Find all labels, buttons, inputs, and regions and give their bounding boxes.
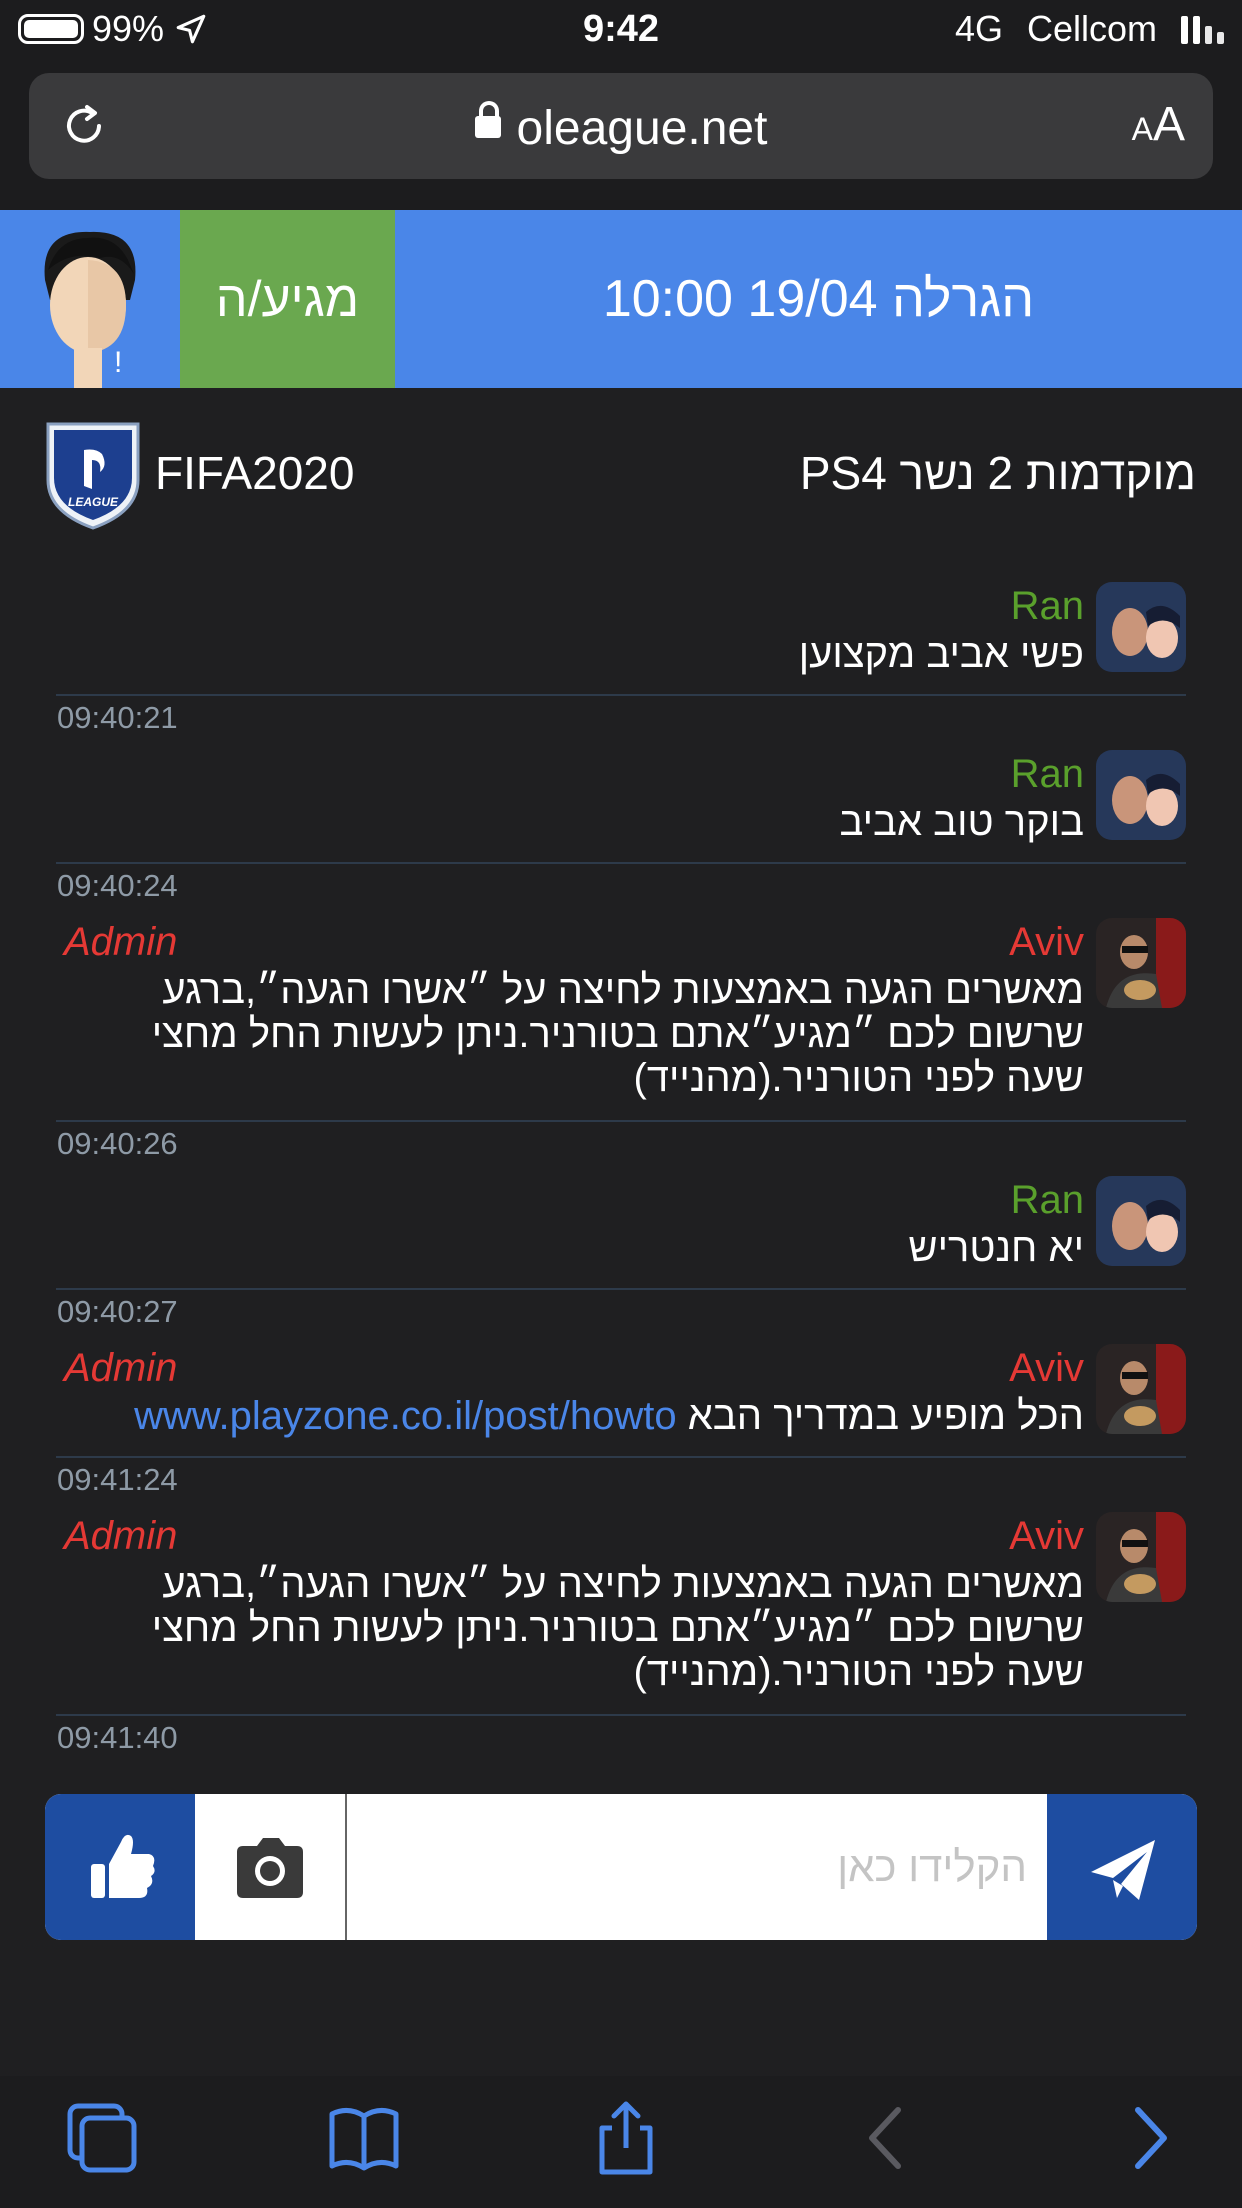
message-timestamp: 09:41:40 (57, 1720, 178, 1755)
send-icon (1091, 1840, 1155, 1900)
chat-message: Aviv Admin מאשרים הגעה באמצעות לחיצה על … (56, 1512, 1186, 1716)
bookmarks-icon[interactable] (324, 2098, 404, 2178)
url-bar[interactable]: oleague.net AA (29, 73, 1213, 179)
message-text: מאשרים הגעה באמצעות לחיצה על ״אשרו הגעה״… (151, 1562, 1084, 1694)
message-text: מאשרים הגעה באמצעות לחיצה על ״אשרו הגעה״… (151, 968, 1084, 1100)
message-timestamp: 09:41:24 (57, 1462, 178, 1497)
message-text-body: הכל מופיע במדריך הבא (687, 1394, 1084, 1438)
forward-icon[interactable] (1110, 2098, 1190, 2178)
sender-avatar[interactable] (1096, 582, 1186, 672)
league-logo-text: LEAGUE (68, 495, 119, 509)
admin-badge: Admin (64, 1514, 178, 1558)
tournament-banner: ! מגיע/ה הגרלה 19/04 10:00 (0, 210, 1242, 388)
send-button[interactable] (1047, 1794, 1197, 1940)
draw-date-label: הגרלה 19/04 10:00 (602, 270, 1035, 328)
signal-icon (1181, 14, 1224, 44)
browser-toolbar (0, 2076, 1242, 2208)
like-button[interactable] (45, 1794, 195, 1940)
chat-message: Aviv Admin הכל מופיע במדריך הבא www.play… (56, 1344, 1186, 1458)
user-avatar-icon (44, 231, 136, 388)
message-link[interactable]: www.playzone.co.il/post/howto (134, 1394, 677, 1438)
sender-avatar[interactable] (1096, 750, 1186, 840)
message-text: בוקר טוב אביב (839, 800, 1085, 844)
sender-avatar[interactable] (1096, 1344, 1186, 1434)
camera-icon (237, 1838, 303, 1898)
message-text: פשי אביב מקצוען (798, 632, 1084, 676)
sender-avatar[interactable] (1096, 1512, 1186, 1602)
message-text: יא חנטריש (908, 1226, 1084, 1270)
sender-name: Ran (1010, 584, 1084, 628)
message-text: הכל מופיע במדריך הבא www.playzone.co.il/… (74, 1394, 1084, 1438)
game-title: FIFA2020 (155, 447, 355, 499)
league-shield-icon: LEAGUE (46, 422, 140, 530)
chat-message: Ran יא חנטריש (56, 1176, 1186, 1290)
admin-badge: Admin (64, 1346, 178, 1390)
message-timestamp: 09:40:27 (57, 1294, 178, 1329)
camera-button[interactable] (195, 1794, 347, 1940)
sender-name: Aviv (1009, 920, 1084, 964)
message-timestamp: 09:40:21 (57, 700, 178, 735)
chat-message: Ran פשי אביב מקצוען (56, 582, 1186, 696)
back-icon[interactable] (848, 2098, 928, 2178)
admin-badge: Admin (64, 920, 178, 964)
tournament-name: מוקדמות 2 נשר PS4 (799, 447, 1196, 499)
sender-name: Aviv (1009, 1346, 1084, 1390)
status-bar: 99% 9:42 4G Cellcom (0, 0, 1242, 62)
message-input[interactable] (347, 1794, 1047, 1940)
avatar-alert-mark: ! (114, 346, 123, 379)
network-type: 4G (954, 8, 1003, 49)
chat-message: Ran בוקר טוב אביב (56, 750, 1186, 864)
sender-name: Ran (1010, 752, 1084, 796)
status-right: 4G Cellcom (955, 8, 1224, 50)
sender-name: Aviv (1009, 1514, 1084, 1558)
share-icon[interactable] (586, 2098, 666, 2178)
sender-avatar[interactable] (1096, 918, 1186, 1008)
arrive-button[interactable]: מגיע/ה (180, 210, 395, 388)
tournament-info: LEAGUE FIFA2020 מוקדמות 2 נשר PS4 (0, 390, 1242, 550)
url-text: oleague.net (516, 102, 768, 155)
lock-icon (474, 101, 501, 139)
message-timestamp: 09:40:26 (57, 1126, 178, 1161)
url-display[interactable]: oleague.net (29, 101, 1213, 156)
sender-name: Ran (1010, 1178, 1084, 1222)
browser-url-area: oleague.net AA (0, 62, 1242, 210)
tabs-icon[interactable] (62, 2098, 142, 2178)
user-avatar[interactable]: ! (0, 210, 180, 388)
message-composer (45, 1794, 1197, 1940)
thumbs-up-icon (91, 1834, 155, 1898)
text-size-button[interactable]: AA (1132, 97, 1185, 152)
message-timestamp: 09:40:24 (57, 868, 178, 903)
chat-message: Aviv Admin מאשרים הגעה באמצעות לחיצה על … (56, 918, 1186, 1122)
carrier-name: Cellcom (1026, 8, 1157, 49)
sender-avatar[interactable] (1096, 1176, 1186, 1266)
